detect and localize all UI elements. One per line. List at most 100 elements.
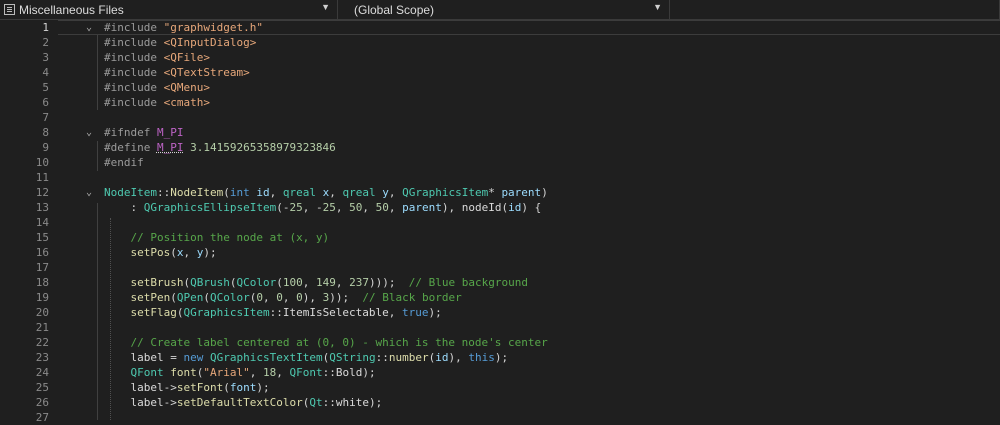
code-token: 100 bbox=[282, 276, 303, 289]
fold-chevron-icon[interactable]: ⌄ bbox=[86, 20, 92, 35]
line-number: 25 bbox=[35, 381, 49, 394]
code-text: #include <QInputDialog> bbox=[104, 35, 256, 50]
code-line[interactable]: 8 ⌄ #ifndef M_PI bbox=[0, 125, 1000, 140]
code-line[interactable]: 19 setPen(QPen(QColor(0, 0, 0), 3)); // … bbox=[0, 290, 1000, 305]
code-text: // Position the node at (x, y) bbox=[104, 230, 330, 245]
line-number: 24 bbox=[35, 366, 49, 379]
code-text: setPos(x, y); bbox=[104, 245, 217, 260]
code-token: )); bbox=[329, 291, 363, 304]
code-line[interactable]: 26 label->setDefaultTextColor(Qt::white)… bbox=[0, 395, 1000, 410]
code-token: M_PI bbox=[156, 126, 184, 139]
code-line[interactable]: 12 ⌄ NodeItem::NodeItem(int id, qreal x, q… bbox=[0, 185, 1000, 200]
code-token: "Arial" bbox=[203, 366, 250, 379]
code-token: qreal bbox=[342, 186, 376, 199]
code-token: QGraphicsItem bbox=[183, 306, 270, 319]
code-line[interactable]: 3 #include <QFile> bbox=[0, 50, 1000, 65]
code-line[interactable]: 14 bbox=[0, 215, 1000, 230]
code-token: // Blue background bbox=[408, 276, 528, 289]
code-line[interactable]: 1 ⌄ #include "graphwidget.h" bbox=[0, 20, 1000, 35]
code-line[interactable]: 23 label = new QGraphicsTextItem(QString… bbox=[0, 350, 1000, 365]
code-token: true bbox=[402, 306, 429, 319]
code-token: setBrush bbox=[130, 276, 184, 289]
code-token: , bbox=[302, 276, 316, 289]
code-line[interactable]: 15 // Position the node at (x, y) bbox=[0, 230, 1000, 245]
code-token: int bbox=[229, 186, 250, 199]
code-token: , bbox=[335, 276, 350, 289]
line-number: 15 bbox=[35, 231, 49, 244]
code-token: x bbox=[315, 186, 330, 199]
line-number: 2 bbox=[42, 36, 49, 49]
code-token: NodeItem bbox=[104, 186, 157, 199]
fold-chevron-icon[interactable]: ⌄ bbox=[86, 125, 92, 140]
code-token: QGraphicsItem bbox=[402, 186, 489, 199]
code-line[interactable]: 10 #endif bbox=[0, 155, 1000, 170]
code-token: , bbox=[249, 366, 263, 379]
code-token: :: bbox=[322, 396, 336, 409]
chevron-down-icon: ▼ bbox=[653, 2, 662, 12]
code-token: ( bbox=[276, 276, 283, 289]
code-token: parent bbox=[402, 201, 442, 214]
code-line[interactable]: 6 #include <cmath> bbox=[0, 95, 1000, 110]
code-token: ))); bbox=[368, 276, 409, 289]
code-line[interactable]: 9 #define M_PI 3.14159265358979323846 bbox=[0, 140, 1000, 155]
code-token: label bbox=[130, 396, 164, 409]
code-token: , - bbox=[302, 201, 323, 214]
code-token: 50 bbox=[375, 201, 389, 214]
code-line[interactable]: 16 setPos(x, y); bbox=[0, 245, 1000, 260]
code-token: ); bbox=[494, 351, 509, 364]
code-token: , bbox=[362, 201, 376, 214]
code-editor[interactable]: 1 ⌄ #include "graphwidget.h" 2 #include <QIn… bbox=[0, 20, 1000, 424]
code-line[interactable]: 20 setFlag(QGraphicsItem::ItemIsSelectab… bbox=[0, 305, 1000, 320]
code-token: <QTextStream> bbox=[163, 66, 250, 79]
code-line[interactable]: 17 bbox=[0, 260, 1000, 275]
code-token: Bold bbox=[335, 366, 363, 379]
code-line[interactable]: 25 label->setFont(font); bbox=[0, 380, 1000, 395]
code-token: 50 bbox=[349, 201, 363, 214]
code-token: id bbox=[435, 351, 449, 364]
line-number: 17 bbox=[35, 261, 49, 274]
code-line[interactable]: 21 bbox=[0, 320, 1000, 335]
code-text: setPen(QPen(QColor(0, 0, 0), 3)); // Bla… bbox=[104, 290, 462, 305]
code-line[interactable]: 24 QFont font("Arial", 18, QFont::Bold); bbox=[0, 365, 1000, 380]
code-token: , bbox=[282, 291, 297, 304]
file-dropdown[interactable]: Miscellaneous Files ▼ bbox=[0, 0, 338, 19]
line-number: 1 bbox=[42, 21, 49, 34]
line-number: 12 bbox=[35, 186, 49, 199]
code-line[interactable]: 22 // Create label centered at (0, 0) - … bbox=[0, 335, 1000, 350]
fold-chevron-icon[interactable]: ⌄ bbox=[86, 185, 92, 200]
code-token: * bbox=[488, 186, 502, 199]
code-line[interactable]: 11 bbox=[0, 170, 1000, 185]
scope-dropdown[interactable]: (Global Scope) ▼ bbox=[338, 0, 670, 19]
line-number: 18 bbox=[35, 276, 49, 289]
code-line[interactable]: 5 #include <QMenu> bbox=[0, 80, 1000, 95]
code-token: nodeId bbox=[461, 201, 502, 214]
code-token: id bbox=[508, 201, 522, 214]
code-token: ); bbox=[428, 306, 442, 319]
code-line[interactable]: 4 #include <QTextStream> bbox=[0, 65, 1000, 80]
line-number: 23 bbox=[35, 351, 49, 364]
code-line[interactable]: 18 setBrush(QBrush(QColor(100, 149, 237)… bbox=[0, 275, 1000, 290]
code-line[interactable]: 2 #include <QInputDialog> bbox=[0, 35, 1000, 50]
code-token: :: bbox=[269, 306, 283, 319]
code-token: #endif bbox=[104, 156, 144, 169]
code-token: label bbox=[130, 351, 164, 364]
code-token: this bbox=[468, 351, 495, 364]
code-token: qreal bbox=[282, 186, 316, 199]
line-number: 26 bbox=[35, 396, 49, 409]
code-line[interactable]: 7 bbox=[0, 110, 1000, 125]
line-number: 20 bbox=[35, 306, 49, 319]
member-dropdown[interactable] bbox=[670, 0, 1000, 19]
code-token: 0 bbox=[296, 291, 303, 304]
code-line[interactable]: 27 bbox=[0, 410, 1000, 425]
code-token: :: bbox=[375, 351, 389, 364]
line-number: 11 bbox=[35, 171, 49, 184]
code-token: parent bbox=[501, 186, 542, 199]
code-line[interactable]: 13 : QGraphicsEllipseItem(-25, -25, 50, … bbox=[0, 200, 1000, 215]
code-token: QGraphicsEllipseItem bbox=[143, 201, 277, 214]
code-token: Qt bbox=[309, 396, 323, 409]
code-token: <QMenu> bbox=[163, 81, 210, 94]
code-token: ( bbox=[170, 246, 177, 259]
